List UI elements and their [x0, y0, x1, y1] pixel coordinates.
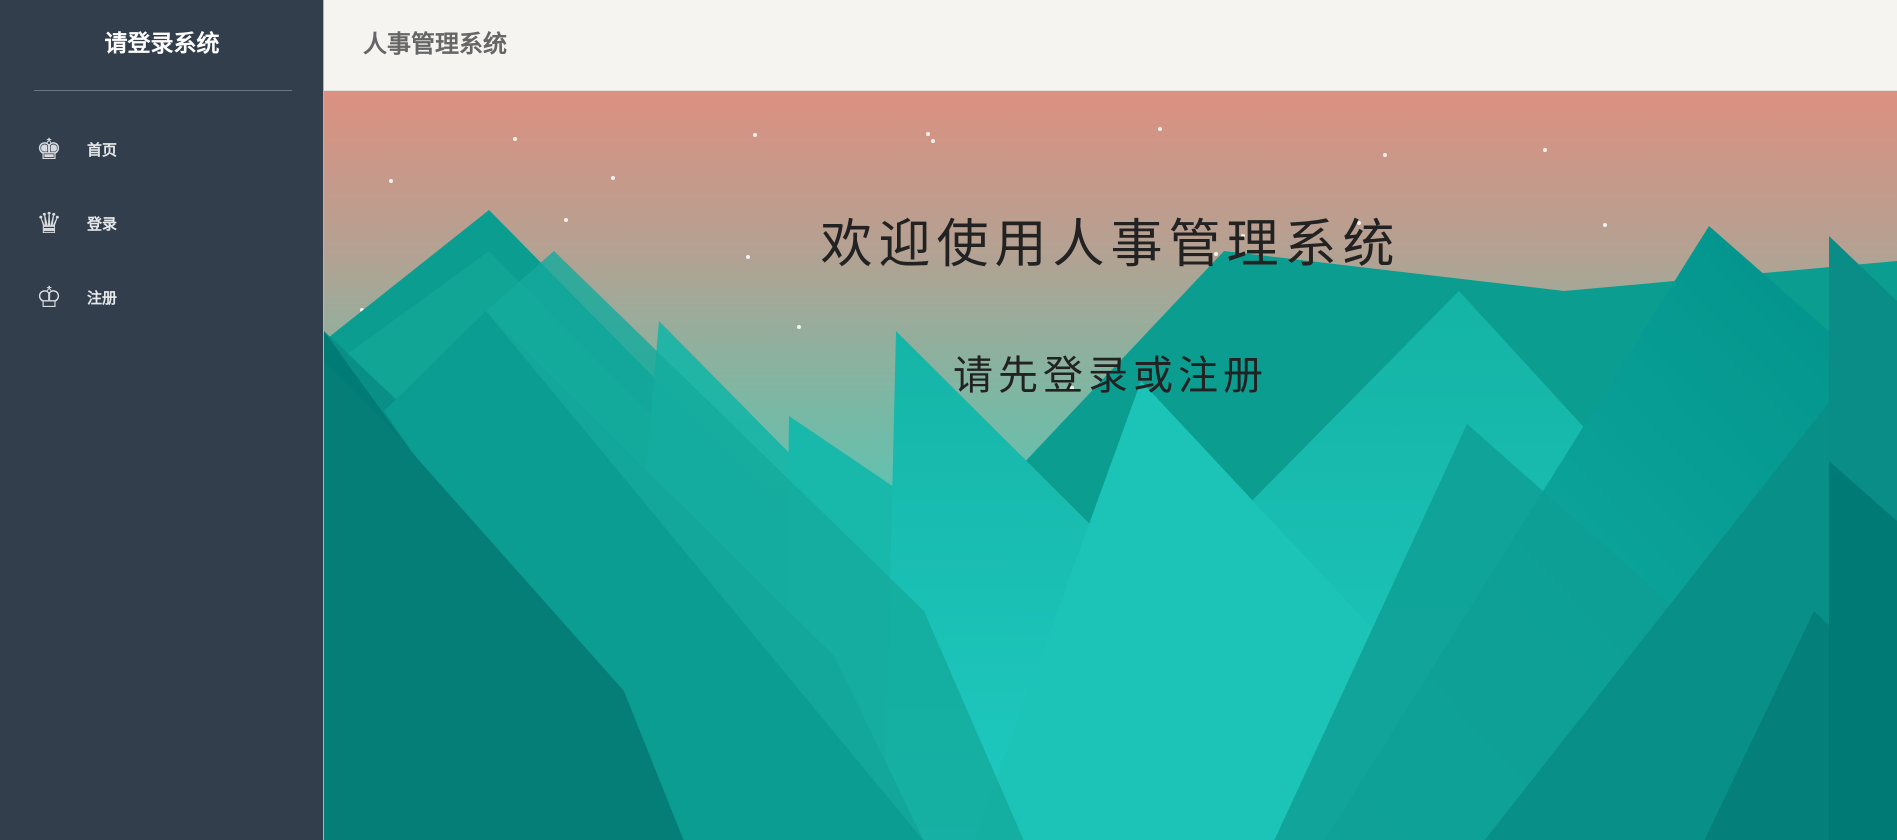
sidebar-item-home[interactable]: ♚ 首页 — [0, 124, 323, 176]
king-outline-icon: ♔ — [36, 280, 62, 314]
page-title: 人事管理系统 — [363, 30, 507, 58]
mountain-background-image — [324, 91, 1897, 840]
sidebar-item-label: 注册 — [87, 289, 118, 307]
sidebar-item-login[interactable]: ♛ 登录 — [0, 198, 323, 250]
queen-icon: ♛ — [36, 206, 62, 240]
sidebar-divider — [34, 90, 292, 91]
sidebar-title: 请登录系统 — [104, 31, 220, 57]
top-header: 人事管理系统 — [324, 0, 1897, 91]
hero-banner: 欢迎使用人事管理系统 请先登录或注册 — [324, 91, 1897, 840]
sidebar-item-label: 登录 — [87, 215, 118, 233]
sidebar-item-register[interactable]: ♔ 注册 — [0, 272, 323, 324]
king-icon: ♚ — [36, 132, 62, 166]
welcome-heading: 欢迎使用人事管理系统 — [820, 215, 1401, 275]
sidebar: 请登录系统 ♚ 首页 ♛ 登录 ♔ 注册 — [0, 0, 324, 840]
sidebar-item-label: 首页 — [87, 141, 118, 159]
app-window: 请登录系统 ♚ 首页 ♛ 登录 ♔ 注册 人事管理系统 欢迎使用人事管理系统 请… — [0, 0, 1897, 840]
welcome-subheading: 请先登录或注册 — [953, 353, 1268, 399]
